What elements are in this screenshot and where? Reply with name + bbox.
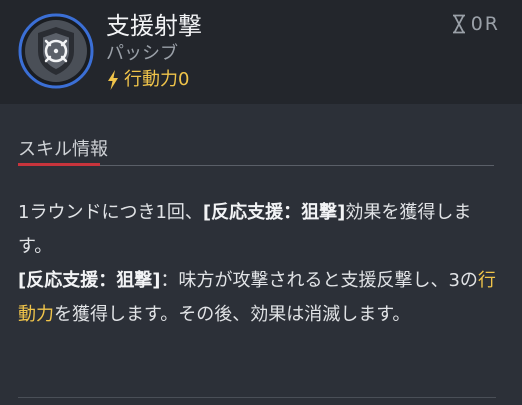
desc-text: を獲得します。その後、効果は消滅します。 [54, 304, 411, 325]
cooldown-indicator: 0R [451, 10, 500, 38]
action-power-label: 行動力0 [124, 69, 190, 90]
skill-description: 1ラウンドにつき1回、[反応支援：狙撃]効果を獲得します。 [反応支援：狙撃]：… [18, 196, 496, 332]
section-title-underline [18, 163, 100, 166]
lightning-bolt-icon [108, 70, 118, 90]
action-power-cost: 行動力0 [106, 67, 189, 93]
bottom-divider [18, 397, 496, 398]
desc-effect-name: [反応支援：狙撃] [202, 202, 346, 223]
desc-text: 1ラウンドにつき1回、 [18, 202, 203, 223]
desc-effect-name: [反応支援：狙撃] [18, 270, 161, 291]
crosshair-shield-icon [18, 13, 94, 89]
cooldown-value: 0R [470, 13, 500, 35]
skill-name: 支援射撃 [106, 12, 202, 40]
hourglass-icon [452, 14, 465, 34]
desc-text: ：味方が攻撃されると支援反撃し、3の [160, 270, 478, 291]
section-title: スキル情報 [18, 138, 494, 166]
skill-type: パッシブ [106, 43, 178, 64]
skill-header: 支援射撃 パッシブ 行動力0 0R [0, 0, 522, 104]
